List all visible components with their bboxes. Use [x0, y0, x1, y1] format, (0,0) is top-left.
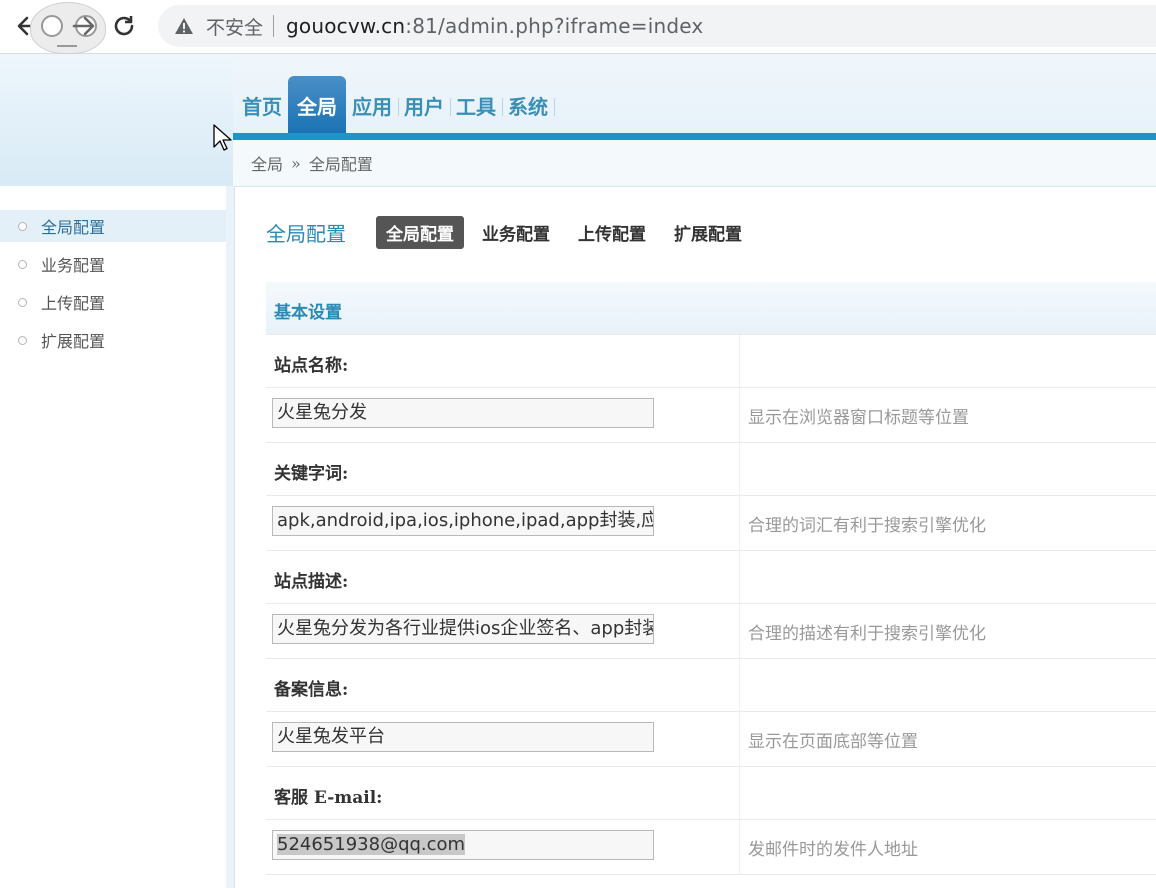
email-hint: 发邮件时的发件人地址 — [748, 840, 918, 860]
sidebar-item-business-config[interactable]: 业务配置 — [0, 248, 226, 280]
email-input[interactable]: 524651938@qq.com — [272, 830, 654, 860]
keywords-hint: 合理的词汇有利于搜索引擎优化 — [748, 516, 986, 536]
icp-input[interactable]: 火星兔发平台 — [272, 722, 654, 752]
content-header: 全局配置 全局配置 业务配置 上传配置 扩展配置 — [266, 216, 760, 249]
security-label[interactable]: 不安全 — [206, 13, 263, 40]
site-name-hint: 显示在浏览器窗口标题等位置 — [748, 408, 969, 428]
url-path: :81/admin.php?iframe=index — [405, 14, 704, 38]
main-content: 全局配置 全局配置 业务配置 上传配置 扩展配置 基本设置 站点名称: 火星兔分… — [235, 186, 1156, 888]
divider — [273, 15, 275, 37]
bullet-icon — [18, 335, 27, 345]
settings-form: 基本设置 站点名称: 火星兔分发 显示在浏览器窗口标题等位置 关键字词: apk… — [266, 282, 1156, 875]
bullet-icon — [18, 259, 27, 269]
logo-area — [0, 54, 233, 186]
sidebar-item-label: 扩展配置 — [41, 332, 106, 351]
sidebar-item-upload-config[interactable]: 上传配置 — [0, 286, 226, 318]
breadcrumb-separator: » — [291, 153, 301, 173]
warning-icon[interactable] — [174, 16, 194, 36]
page-title: 全局配置 — [266, 222, 346, 246]
admin-page: 首页 全局 应用 用户 工具 系统 全局 » 全局配置 全局配置 业务配置 上传… — [0, 54, 1156, 888]
form-field-row: 火星兔分发为各行业提供ios企业签名、app封装 合理的描述有利于搜索引擎优化 — [266, 604, 1156, 659]
form-field-row: 火星兔分发 显示在浏览器窗口标题等位置 — [266, 388, 1156, 443]
form-field-row: 火星兔发平台 显示在页面底部等位置 — [266, 712, 1156, 767]
tab-upload-config[interactable]: 上传配置 — [568, 216, 656, 249]
form-field-row: apk,android,ipa,ios,iphone,ipad,app封装,应 … — [266, 496, 1156, 551]
breadcrumb: 全局 » 全局配置 — [233, 140, 1156, 187]
reload-icon — [114, 16, 134, 36]
form-label-row: 备案信息: — [266, 659, 1156, 712]
keywords-label: 关键字词: — [274, 464, 349, 484]
sidebar-item-label: 全局配置 — [41, 218, 106, 237]
nav-global[interactable]: 全局 — [288, 76, 346, 134]
icp-label: 备案信息: — [274, 680, 349, 700]
reload-button[interactable] — [106, 8, 142, 44]
form-label-row: 站点描述: — [266, 551, 1156, 604]
url-text[interactable]: gouocvw.cn:81/admin.php?iframe=index — [286, 14, 703, 38]
sidebar-item-extension-config[interactable]: 扩展配置 — [0, 324, 226, 356]
nav-users[interactable]: 用户 — [398, 76, 451, 134]
form-label-row: 客服 E-mail: — [266, 767, 1156, 820]
form-label-row: 关键字词: — [266, 443, 1156, 496]
section-header: 基本设置 — [266, 282, 1156, 335]
browser-toolbar: 不安全 gouocvw.cn:81/admin.php?iframe=index — [0, 0, 1156, 54]
nav-tools[interactable]: 工具 — [450, 76, 503, 134]
nav-underline — [233, 133, 1156, 140]
bullet-icon — [18, 297, 27, 307]
sidebar-item-global-config[interactable]: 全局配置 — [0, 210, 226, 242]
description-hint: 合理的描述有利于搜索引擎优化 — [748, 624, 986, 644]
main-nav: 首页 全局 应用 用户 工具 系统 — [236, 76, 555, 134]
description-input[interactable]: 火星兔分发为各行业提供ios企业签名、app封装 — [272, 614, 654, 644]
keywords-input[interactable]: apk,android,ipa,ios,iphone,ipad,app封装,应 — [272, 506, 654, 536]
forward-arrow-icon — [72, 16, 95, 36]
tab-business-config[interactable]: 业务配置 — [472, 216, 560, 249]
bullet-icon — [18, 221, 27, 231]
site-name-input[interactable]: 火星兔分发 — [272, 398, 654, 428]
nav-apps[interactable]: 应用 — [346, 76, 399, 134]
icp-hint: 显示在页面底部等位置 — [748, 732, 918, 752]
breadcrumb-root[interactable]: 全局 — [251, 151, 283, 175]
form-label-row: 站点名称: — [266, 335, 1156, 388]
site-name-label: 站点名称: — [274, 356, 349, 376]
url-host: gouocvw.cn — [286, 14, 406, 38]
form-field-row: 524651938@qq.com 发邮件时的发件人地址 — [266, 820, 1156, 875]
mouse-cursor-icon — [213, 124, 232, 151]
sidebar-item-label: 业务配置 — [41, 256, 106, 275]
breadcrumb-current: 全局配置 — [308, 155, 373, 174]
tab-extension-config[interactable]: 扩展配置 — [664, 216, 752, 249]
nav-home[interactable]: 首页 — [236, 76, 289, 134]
sidebar: 全局配置 业务配置 上传配置 扩展配置 — [0, 186, 227, 888]
description-label: 站点描述: — [274, 572, 349, 592]
forward-button[interactable] — [66, 8, 102, 44]
sidebar-item-label: 上传配置 — [41, 294, 106, 313]
email-value: 524651938@qq.com — [277, 834, 466, 855]
tab-global-config[interactable]: 全局配置 — [376, 216, 464, 249]
sidebar-divider — [226, 186, 235, 888]
email-label: 客服 E-mail: — [274, 788, 383, 808]
section-title: 基本设置 — [274, 303, 342, 323]
nav-system[interactable]: 系统 — [502, 76, 555, 134]
address-bar[interactable]: 不安全 gouocvw.cn:81/admin.php?iframe=index — [158, 5, 1156, 47]
